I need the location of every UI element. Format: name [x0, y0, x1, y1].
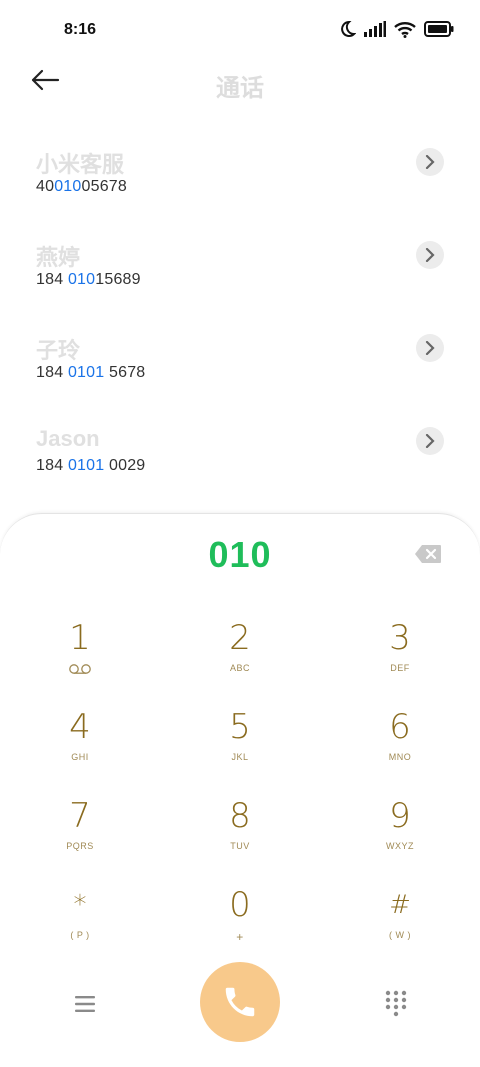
key-1[interactable]: 1 — [20, 618, 140, 698]
key-letters: JKL — [231, 752, 249, 762]
status-icons — [338, 20, 454, 38]
contact-name: 小米客服 — [36, 152, 125, 177]
key-letters: PQRS — [66, 841, 94, 851]
dial-input[interactable]: 010 — [0, 534, 480, 576]
header: 通话 — [0, 62, 480, 104]
key-8[interactable]: 8 TUV — [180, 796, 300, 876]
key-letters: TUV — [230, 841, 250, 851]
contact-number: 184 0101 0029 — [36, 457, 146, 474]
key-letters: GHI — [71, 752, 89, 762]
key-hash[interactable]: # ( W ) — [340, 885, 460, 965]
chevron-right-icon — [425, 248, 435, 262]
contact-detail-button[interactable] — [416, 148, 444, 176]
key-digit: 0 — [229, 885, 251, 925]
contact-item[interactable]: Jason 184 0101 0029 — [0, 426, 480, 506]
status-bar: 8:16 — [0, 0, 480, 62]
contact-number: 4001005678 — [36, 178, 127, 195]
page-title: 通话 — [216, 75, 264, 102]
key-2[interactable]: 2 ABC — [180, 618, 300, 698]
key-digit: 6 — [389, 707, 411, 747]
wifi-icon — [394, 21, 416, 38]
key-digit: 7 — [69, 796, 91, 836]
key-digit: * — [73, 890, 87, 920]
key-9[interactable]: 9 WXYZ — [340, 796, 460, 876]
menu-icon — [75, 996, 95, 1012]
contact-number: 184 0101 5678 — [36, 364, 146, 381]
voicemail-icon — [69, 664, 91, 674]
contact-item[interactable]: 燕婷 184 01015689 — [0, 240, 480, 320]
key-letters: + — [236, 930, 244, 944]
phone-icon — [225, 987, 255, 1017]
contact-item[interactable]: 子玲 184 0101 5678 — [0, 333, 480, 413]
key-digit: 5 — [229, 707, 251, 747]
contact-detail-button[interactable] — [416, 241, 444, 269]
contact-name: 子玲 — [36, 338, 81, 363]
backspace-button[interactable] — [414, 544, 442, 564]
contact-number: 184 01015689 — [36, 271, 141, 288]
call-button[interactable] — [200, 962, 280, 1042]
chevron-right-icon — [425, 155, 435, 169]
dialpad-icon — [385, 990, 407, 1017]
key-6[interactable]: 6 MNO — [340, 707, 460, 787]
contact-item[interactable]: 小米客服 4001005678 — [0, 147, 480, 227]
key-letters: ( W ) — [389, 930, 411, 940]
key-digit: 1 — [69, 618, 91, 658]
key-4[interactable]: 4 GHI — [20, 707, 140, 787]
key-digit: 2 — [229, 618, 251, 658]
chevron-right-icon — [425, 434, 435, 448]
key-digit: 8 — [229, 796, 251, 836]
key-0[interactable]: 0 + — [180, 885, 300, 965]
key-5[interactable]: 5 JKL — [180, 707, 300, 787]
contact-detail-button[interactable] — [416, 334, 444, 362]
keypad-toggle-button[interactable] — [384, 989, 408, 1017]
backspace-icon — [415, 545, 441, 563]
key-star[interactable]: * ( P ) — [20, 885, 140, 965]
contact-name: Jason — [36, 426, 100, 451]
contact-name: 燕婷 — [36, 245, 81, 270]
chevron-right-icon — [425, 341, 435, 355]
key-letters: WXYZ — [386, 841, 414, 851]
key-3[interactable]: 3 DEF — [340, 618, 460, 698]
key-digit: 4 — [69, 707, 91, 747]
key-digit: 9 — [389, 796, 411, 836]
menu-button[interactable] — [72, 993, 98, 1015]
battery-icon — [424, 21, 454, 37]
key-letters: ( P ) — [70, 930, 90, 940]
key-digit: 3 — [389, 618, 411, 658]
key-digit: # — [389, 890, 411, 920]
key-letters: MNO — [388, 752, 412, 762]
moon-icon — [338, 20, 356, 38]
contact-detail-button[interactable] — [416, 427, 444, 455]
status-time: 8:16 — [64, 21, 97, 38]
dial-panel: 010 1 2 ABC 3 DEF 4 GHI 5 JKL 6 MNO 7 PQ… — [0, 513, 480, 1067]
signal-icon — [364, 21, 386, 37]
key-7[interactable]: 7 PQRS — [20, 796, 140, 876]
key-letters: DEF — [390, 663, 410, 673]
key-letters: ABC — [229, 663, 250, 673]
